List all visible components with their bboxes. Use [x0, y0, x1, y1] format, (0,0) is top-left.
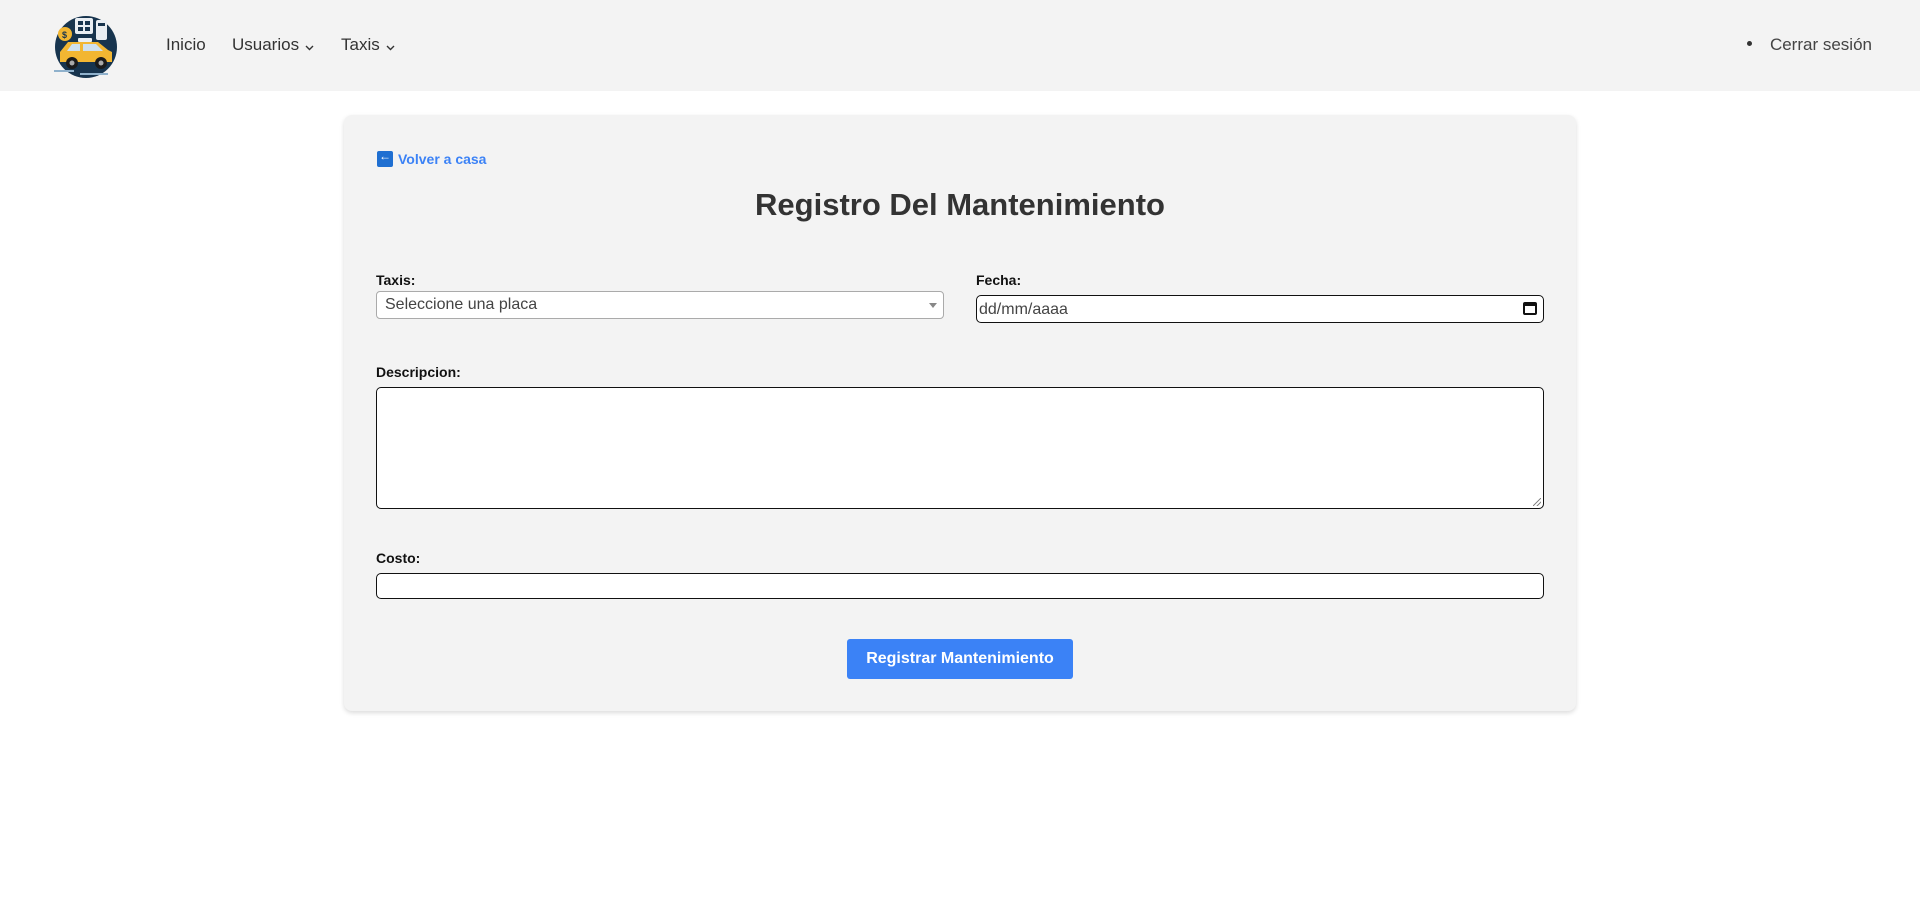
calendar-icon[interactable]: [1523, 302, 1537, 315]
fecha-label: Fecha:: [976, 272, 1022, 288]
logout-label: Cerrar sesión: [1769, 35, 1872, 54]
taxis-select[interactable]: Seleccione una placa: [376, 291, 944, 319]
back-arrow-icon: [377, 149, 393, 167]
maintenance-form-card: Volver a casa Registro Del Mantenimiento…: [344, 115, 1576, 711]
svg-text:$: $: [62, 30, 67, 40]
fecha-placeholder: dd/mm/aaaa: [979, 301, 1068, 318]
nav-usuarios-dropdown[interactable]: Usuarios: [232, 35, 314, 56]
nav-usuarios-label: Usuarios: [232, 35, 300, 54]
back-home-link[interactable]: Volver a casa: [377, 149, 487, 167]
resize-handle-icon[interactable]: [1533, 498, 1541, 506]
bullet-icon: [1746, 41, 1752, 47]
page-title: Registro Del Mantenimiento: [755, 187, 1165, 222]
costo-label: Costo:: [376, 550, 421, 566]
taxi-logo-icon[interactable]: $: [50, 12, 122, 80]
back-home-label: Volver a casa: [398, 151, 487, 167]
costo-input[interactable]: [376, 573, 1544, 599]
dropdown-caret-icon: [929, 303, 937, 308]
nav-inicio-link[interactable]: Inicio: [166, 35, 206, 55]
registrar-mantenimiento-button[interactable]: Registrar Mantenimiento: [847, 639, 1073, 679]
fecha-date-input[interactable]: dd/mm/aaaa: [976, 295, 1544, 323]
logout-link[interactable]: Cerrar sesión: [1746, 35, 1872, 55]
taxis-select-placeholder: Seleccione una placa: [385, 296, 538, 313]
nav-taxis-dropdown[interactable]: Taxis: [341, 35, 395, 56]
chevron-down-icon: [386, 36, 395, 56]
top-navbar: $ Inicio Usuarios Taxis Cerrar sesión: [0, 0, 1920, 91]
descripcion-label: Descripcion:: [376, 364, 461, 380]
nav-inicio-label: Inicio: [166, 35, 206, 54]
chevron-down-icon: [305, 36, 314, 56]
taxis-label: Taxis:: [376, 272, 416, 288]
descripcion-textarea[interactable]: [376, 387, 1544, 509]
nav-taxis-label: Taxis: [341, 35, 380, 54]
